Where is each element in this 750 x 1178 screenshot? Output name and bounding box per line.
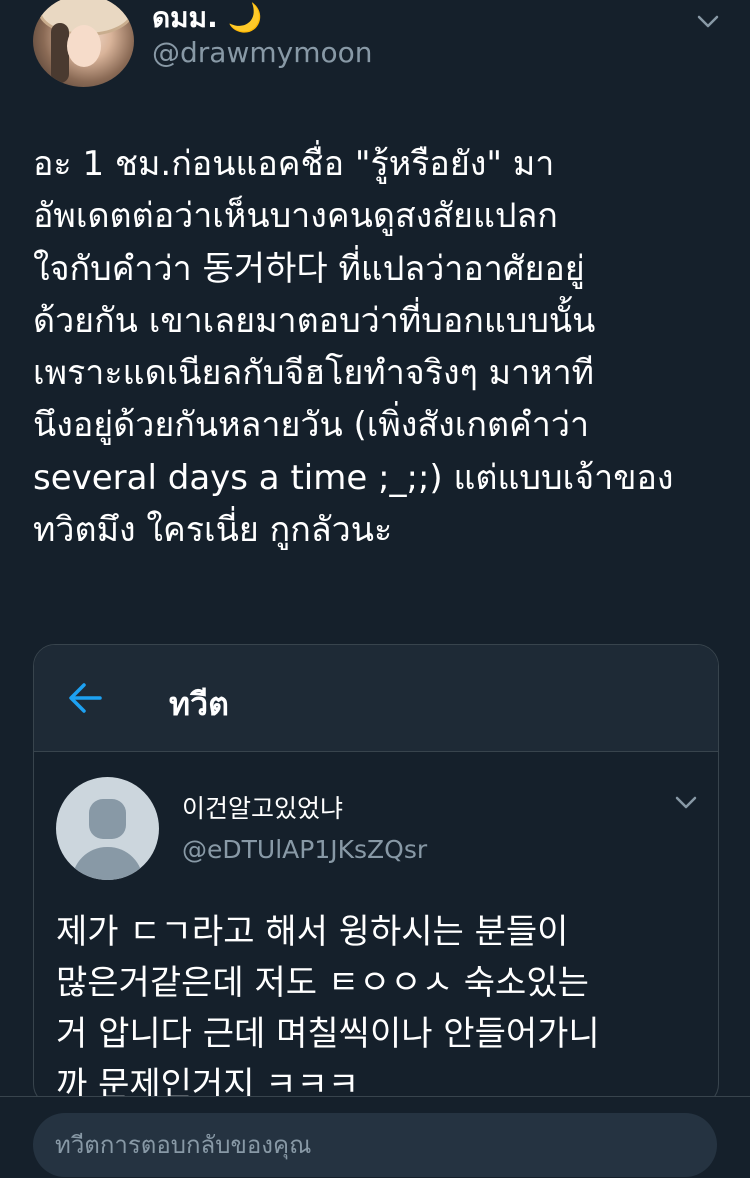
quoted-author-name[interactable]: 이건알고있었냐 bbox=[182, 789, 343, 825]
quoted-card-header: ทวีต bbox=[34, 645, 718, 752]
avatar-body-shape bbox=[72, 847, 143, 880]
chevron-down-icon[interactable] bbox=[697, 10, 719, 32]
quoted-author-username[interactable]: @eDTUlAP1JKsZQsr bbox=[182, 835, 427, 864]
default-avatar-icon[interactable] bbox=[56, 777, 159, 880]
author-avatar[interactable] bbox=[33, 0, 134, 87]
tweet-text: อะ 1 ชม.ก่อนแอคชื่อ "รู้หรือยัง" มา อัพเ… bbox=[33, 144, 674, 551]
avatar-head-shape bbox=[89, 799, 126, 839]
tweet-header: ดมม. 🌙 @drawmymoon bbox=[0, 0, 750, 100]
author-display-name[interactable]: ดมม. 🌙 bbox=[152, 0, 262, 40]
quoted-tweet-text: 제가 ㄷㄱ라고 해서 윙하시는 분들이 많은거같은데 저도 ㅌㅇㅇㅅ 숙소있는 … bbox=[56, 912, 600, 1105]
back-arrow-icon[interactable] bbox=[68, 681, 104, 715]
avatar-face-shape bbox=[67, 25, 101, 67]
avatar-hair-shape bbox=[51, 23, 69, 83]
reply-bar bbox=[0, 1096, 750, 1178]
reply-input[interactable] bbox=[33, 1113, 717, 1177]
quoted-chevron-down-icon[interactable] bbox=[675, 791, 697, 813]
author-username[interactable]: @drawmymoon bbox=[152, 36, 372, 69]
quoted-tweet-card[interactable]: ทวีต 이건알고있었냐 @eDTUlAP1JKsZQsr 제가 ㄷㄱ라고 해서… bbox=[33, 644, 719, 1106]
quoted-card-title: ทวีต bbox=[169, 685, 229, 723]
